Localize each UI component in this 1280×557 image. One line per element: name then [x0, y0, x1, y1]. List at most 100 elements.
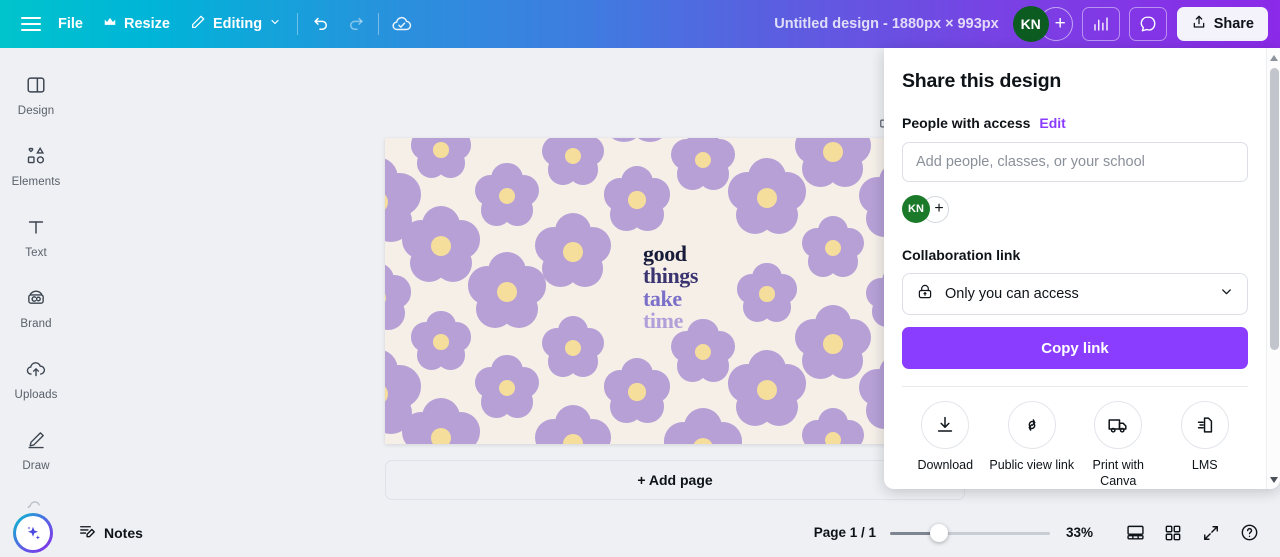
add-people-input[interactable] — [902, 142, 1248, 182]
left-sidebar: Design Elements Text — [0, 48, 72, 508]
quote-line: take — [643, 288, 733, 310]
link-access-select[interactable]: Only you can access — [902, 273, 1248, 315]
zoom-level-value[interactable]: 33% — [1066, 525, 1098, 540]
redo-icon[interactable] — [338, 7, 372, 41]
share-action-label: Public view link — [989, 457, 1074, 473]
flower-shape — [479, 360, 535, 416]
flower-shape — [800, 311, 866, 377]
add-page-button[interactable]: + Add page — [385, 460, 965, 500]
design-panel-icon — [25, 74, 47, 101]
grid-view-icon[interactable] — [1156, 516, 1190, 550]
share-action-label: LMS — [1192, 457, 1218, 473]
undo-icon[interactable] — [304, 7, 338, 41]
resize-label: Resize — [124, 16, 170, 32]
share-action-lms[interactable]: LMS — [1162, 401, 1249, 489]
zoom-slider-thumb[interactable] — [930, 524, 948, 542]
editing-mode-button[interactable]: Editing — [180, 8, 291, 40]
avatar[interactable]: KN — [1013, 6, 1049, 42]
share-action-download[interactable]: Download — [902, 401, 989, 489]
share-panel-title: Share this design — [902, 70, 1248, 93]
quote-line: time — [643, 310, 733, 332]
resize-button[interactable]: Resize — [93, 8, 180, 40]
flower-shape — [540, 219, 606, 285]
sidebar-item-text[interactable]: Text — [4, 208, 68, 265]
header-divider — [297, 13, 298, 35]
sidebar-item-label: Brand — [20, 318, 51, 330]
panel-divider — [902, 386, 1248, 387]
sidebar-item-draw[interactable]: Draw — [4, 421, 68, 478]
collaboration-link-label: Collaboration link — [902, 247, 1248, 263]
people-with-access-label: People with access — [902, 115, 1030, 131]
share-panel-scrollbar[interactable] — [1266, 48, 1280, 489]
scroll-up-arrow[interactable] — [1267, 50, 1280, 65]
sidebar-item-label: Uploads — [15, 389, 58, 401]
flower-shape — [546, 138, 600, 183]
canva-editor: File Resize Editing — [0, 0, 1280, 557]
flower-shape — [601, 138, 673, 140]
flower-shape — [741, 268, 793, 320]
delivery-truck-icon — [1094, 401, 1142, 449]
share-action-print-with-canva[interactable]: Print with Canva — [1075, 401, 1162, 489]
flower-shape — [800, 138, 866, 185]
cloud-upload-icon — [25, 358, 47, 385]
quote-line: good — [643, 243, 733, 265]
share-action-label: Print with Canva — [1075, 457, 1162, 489]
pen-draw-icon — [25, 429, 47, 456]
flower-shape — [675, 138, 731, 188]
sidebar-item-label: Text — [25, 247, 47, 259]
presenter-view-icon[interactable] — [1118, 516, 1152, 550]
fullscreen-icon[interactable] — [1194, 516, 1228, 550]
bottom-bar: Notes Page 1 / 1 33% — [0, 508, 1280, 557]
people-avatar-list: KN + — [902, 195, 1248, 223]
sidebar-item-uploads[interactable]: Uploads — [4, 350, 68, 407]
notes-label: Notes — [104, 525, 143, 541]
share-button[interactable]: Share — [1177, 7, 1268, 41]
top-header-bar: File Resize Editing — [0, 0, 1280, 48]
hamburger-icon[interactable] — [14, 7, 48, 41]
notes-button[interactable]: Notes — [68, 517, 153, 549]
magic-studio-button[interactable] — [13, 513, 53, 553]
collaborator-avatars: KN + — [1013, 6, 1073, 42]
flower-shape — [415, 138, 467, 176]
edit-access-link[interactable]: Edit — [1039, 115, 1065, 131]
bottom-right-controls: Page 1 / 1 33% — [814, 516, 1280, 550]
comment-icon[interactable] — [1129, 7, 1167, 41]
cloud-partial-icon — [25, 500, 47, 508]
flower-shape — [540, 411, 606, 444]
file-menu-button[interactable]: File — [48, 8, 93, 40]
flower-shape — [806, 221, 860, 275]
share-panel-body: Share this design People with access Edi… — [884, 48, 1266, 489]
share-upload-icon — [1191, 14, 1207, 34]
flower-shape — [806, 413, 860, 444]
flower-shape — [415, 316, 467, 368]
people-with-access-row: People with access Edit — [902, 115, 1248, 131]
sidebar-item-design[interactable]: Design — [4, 66, 68, 123]
flower-shape — [608, 363, 666, 421]
quote-text-block[interactable]: good things take time — [643, 243, 733, 333]
scrollbar-thumb[interactable] — [1270, 68, 1279, 350]
bar-chart-icon[interactable] — [1082, 7, 1120, 41]
link-access-value: Only you can access — [945, 286, 1208, 302]
document-title[interactable]: Untitled design - 1880px × 993px — [774, 16, 1012, 32]
sidebar-item-brand[interactable]: Brand — [4, 279, 68, 336]
help-question-icon[interactable] — [1232, 516, 1266, 550]
notes-pencil-icon — [78, 522, 97, 544]
flower-shape — [473, 258, 541, 326]
lock-icon — [916, 283, 934, 306]
crown-icon — [103, 15, 117, 33]
page-indicator: Page 1 / 1 — [814, 525, 876, 540]
zoom-slider[interactable] — [890, 523, 1050, 543]
avatar[interactable]: KN — [902, 195, 930, 223]
sidebar-item-elements[interactable]: Elements — [4, 137, 68, 194]
flower-shape — [385, 268, 407, 328]
sidebar-item-more[interactable] — [4, 492, 68, 508]
scroll-down-arrow[interactable] — [1267, 472, 1280, 487]
share-action-public-view-link[interactable]: Public view link — [989, 401, 1076, 489]
flower-shape — [479, 168, 535, 224]
document-export-icon — [1181, 401, 1229, 449]
copy-link-button[interactable]: Copy link — [902, 327, 1248, 369]
shapes-icon — [25, 145, 47, 172]
brand-icon — [25, 287, 47, 314]
cloud-check-icon[interactable] — [385, 7, 419, 41]
sidebar-item-label: Draw — [22, 460, 49, 472]
